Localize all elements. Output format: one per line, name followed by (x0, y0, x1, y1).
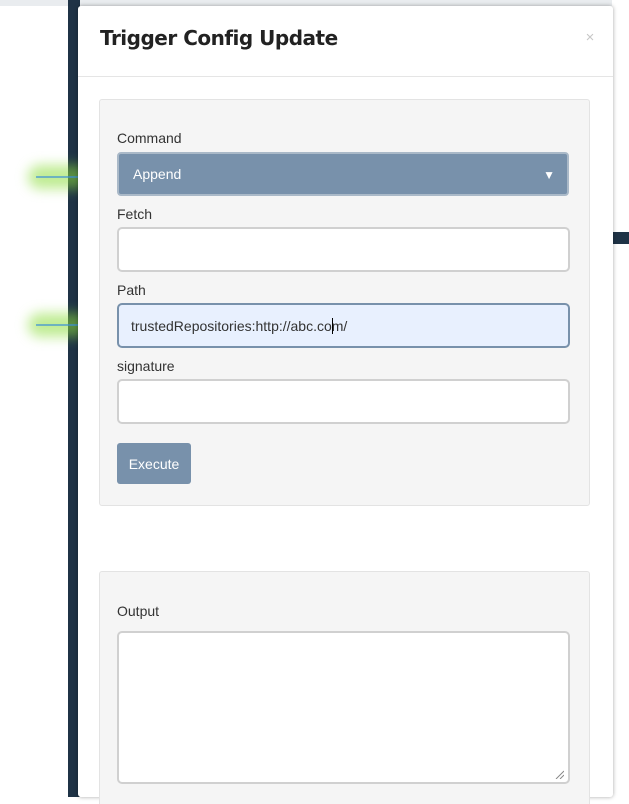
output-label: Output (117, 603, 160, 619)
caret-down-icon: ▼ (543, 168, 555, 182)
signature-input[interactable] (117, 379, 570, 424)
signature-label: signature (117, 358, 175, 374)
fetch-input[interactable] (117, 227, 570, 272)
output-textarea[interactable] (117, 631, 570, 784)
fetch-label: Fetch (117, 206, 153, 222)
resize-grip-icon[interactable] (554, 769, 564, 779)
command-select[interactable]: Append ▼ (117, 152, 569, 196)
output-panel: Output (99, 571, 590, 804)
path-input[interactable] (117, 303, 570, 348)
background-band (613, 232, 629, 244)
command-selected-value: Append (133, 166, 182, 182)
modal-header: Trigger Config Update × (78, 6, 613, 77)
execute-button[interactable]: Execute (117, 443, 191, 484)
text-cursor (332, 318, 333, 334)
path-label: Path (117, 282, 146, 298)
form-panel: Command Append ▼ Fetch Path signature Ex… (99, 99, 590, 506)
modal-title: Trigger Config Update (100, 26, 338, 50)
background-right-strip (612, 0, 629, 797)
close-button[interactable]: × (583, 30, 597, 46)
command-label: Command (117, 130, 182, 146)
trigger-config-modal: Trigger Config Update × Command Append ▼… (78, 6, 613, 804)
